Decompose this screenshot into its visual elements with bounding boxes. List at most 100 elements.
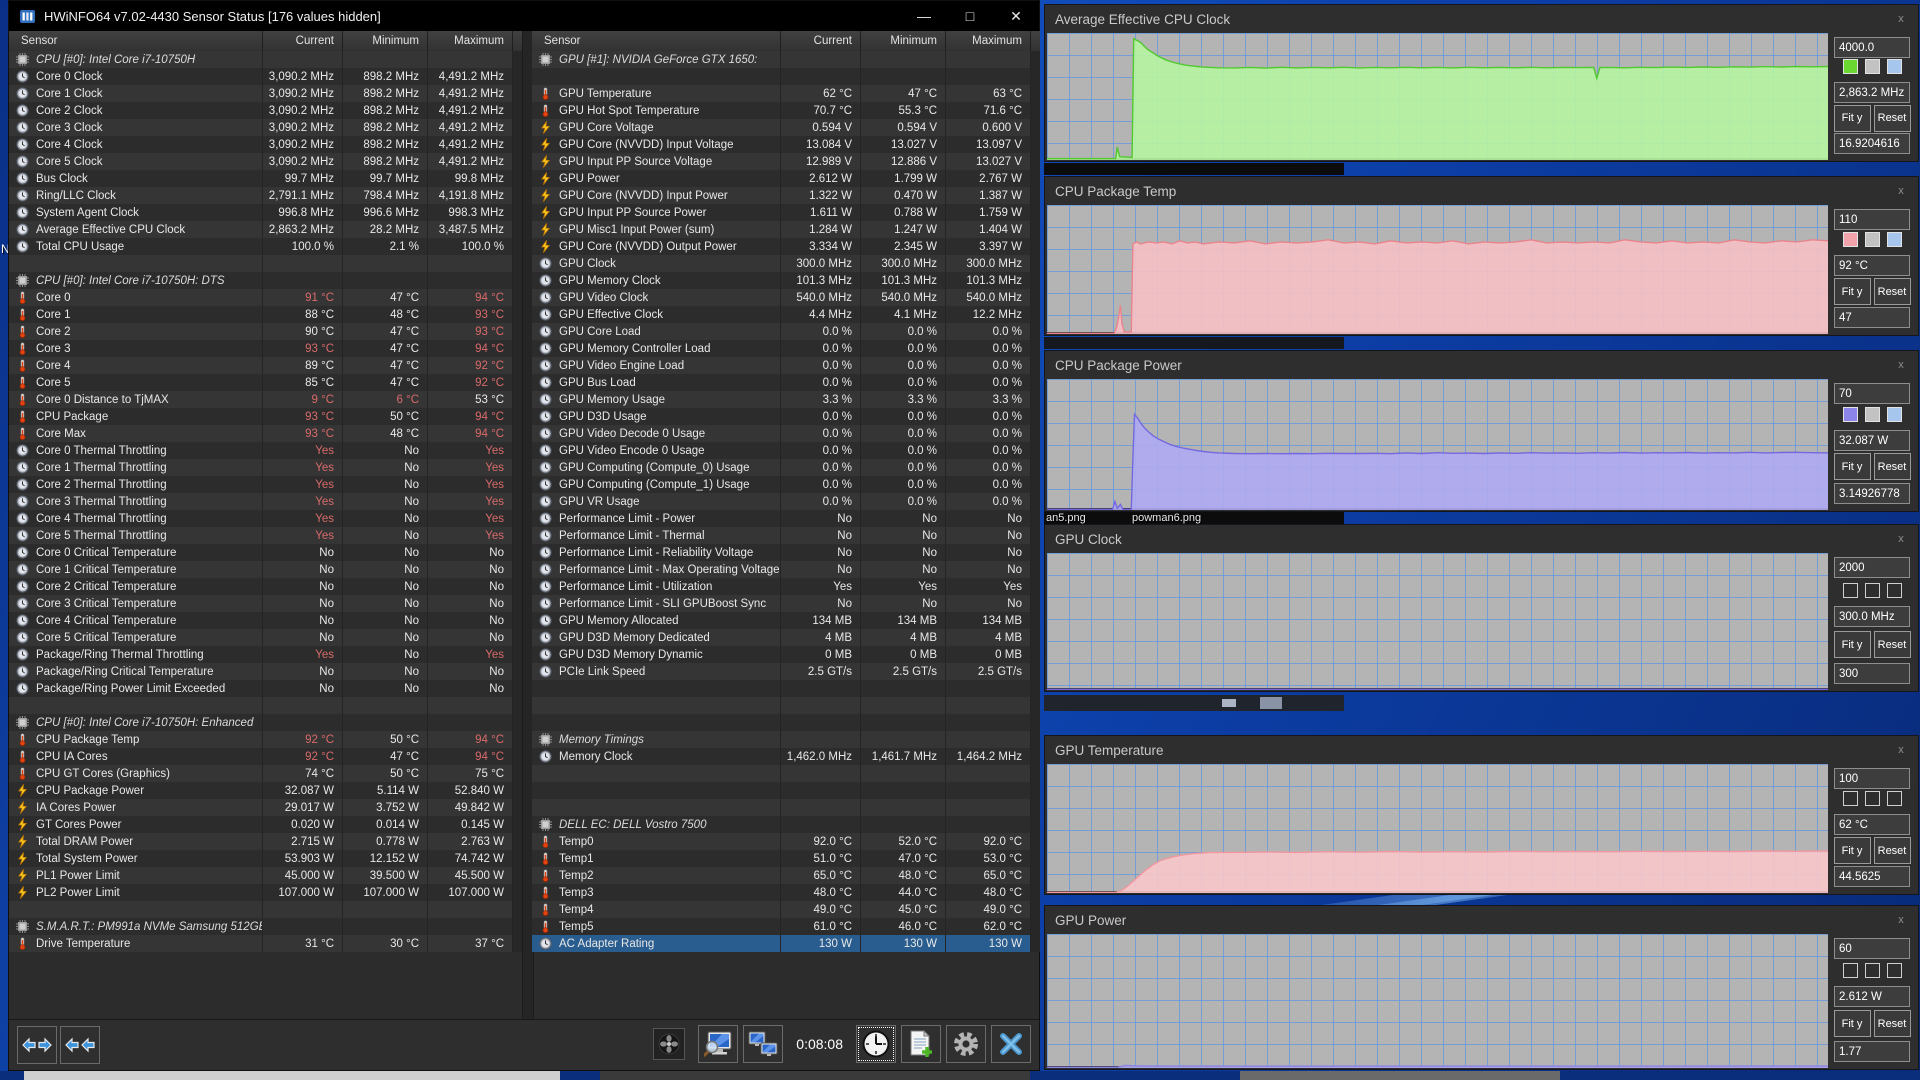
scrollbar-track[interactable] <box>1031 629 1040 646</box>
sensor-row[interactable]: Core 3 Clock3,090.2 MHz898.2 MHz4,491.2 … <box>9 119 522 136</box>
scrollbar-track[interactable] <box>1031 153 1040 170</box>
sensor-row[interactable]: Temp348.0 °C44.0 °C48.0 °C <box>532 884 1040 901</box>
legend-swatch[interactable] <box>1865 583 1880 598</box>
sensor-row[interactable]: Average Effective CPU Clock2,863.2 MHz28… <box>9 221 522 238</box>
sensor-row[interactable]: Total CPU Usage100.0 %2.1 %100.0 % <box>9 238 522 255</box>
y-max-input[interactable]: 110 <box>1834 209 1910 230</box>
sensor-row[interactable]: GPU D3D Memory Dedicated4 MB4 MB4 MB <box>532 629 1040 646</box>
sensor-row[interactable]: Core 393 °C47 °C94 °C <box>9 340 522 357</box>
sensor-row[interactable]: Performance Limit - ThermalNoNoNo <box>532 527 1040 544</box>
section-header-row[interactable]: GPU [#1]: NVIDIA GeForce GTX 1650: <box>532 51 1040 68</box>
legend-swatch[interactable] <box>1887 232 1902 247</box>
sensor-row[interactable]: Core 2 Critical TemperatureNoNoNo <box>9 578 522 595</box>
sensor-row[interactable]: Temp561.0 °C46.0 °C62.0 °C <box>532 918 1040 935</box>
sensor-row[interactable]: Performance Limit - SLI GPUBoost SyncNoN… <box>532 595 1040 612</box>
sensor-row[interactable]: Core 5 Clock3,090.2 MHz898.2 MHz4,491.2 … <box>9 153 522 170</box>
graph-close-icon[interactable]: x <box>1894 914 1908 926</box>
scrollbar-track[interactable] <box>1031 425 1040 442</box>
scrollbar-track[interactable] <box>513 442 522 459</box>
graph-plot-area[interactable] <box>1047 934 1828 1066</box>
scrollbar-track[interactable] <box>1031 884 1040 901</box>
graph-title-bar[interactable]: GPU Clockx <box>1045 525 1918 553</box>
sensor-row[interactable]: CPU Package Temp92 °C50 °C94 °C <box>9 731 522 748</box>
scrollbar-track[interactable] <box>1031 765 1040 782</box>
scrollbar-track[interactable] <box>513 493 522 510</box>
sensor-row[interactable]: Core 4 Clock3,090.2 MHz898.2 MHz4,491.2 … <box>9 136 522 153</box>
sensor-row[interactable] <box>532 765 1040 782</box>
legend-swatch[interactable] <box>1865 791 1880 806</box>
sensor-row[interactable]: GPU Bus Load0.0 %0.0 %0.0 % <box>532 374 1040 391</box>
scrollbar-track[interactable] <box>1031 578 1040 595</box>
legend-swatch[interactable] <box>1843 407 1858 422</box>
y-max-input[interactable]: 70 <box>1834 383 1910 404</box>
scrollbar-track[interactable] <box>513 221 522 238</box>
sensor-row[interactable]: GPU Core (NVVDD) Input Power1.322 W0.470… <box>532 187 1040 204</box>
sensor-row[interactable]: Core 0 Distance to TjMAX9 °C6 °C53 °C <box>9 391 522 408</box>
scrollbar-track[interactable] <box>513 663 522 680</box>
reset-button[interactable]: Reset <box>1874 837 1911 864</box>
legend-swatch[interactable] <box>1887 963 1902 978</box>
scrollbar-track[interactable] <box>1031 561 1040 578</box>
scrollbar-track[interactable] <box>513 850 522 867</box>
settings-button[interactable] <box>946 1025 986 1063</box>
sensor-row[interactable]: Bus Clock99.7 MHz99.7 MHz99.8 MHz <box>9 170 522 187</box>
fit-y-button[interactable]: Fit y <box>1834 837 1871 864</box>
sensor-row[interactable]: GPU D3D Memory Dynamic0 MB0 MB0 MB <box>532 646 1040 663</box>
sensor-row[interactable]: Core 489 °C47 °C92 °C <box>9 357 522 374</box>
legend-swatch[interactable] <box>1865 963 1880 978</box>
scrollbar-track[interactable] <box>1031 544 1040 561</box>
scrollbar-track[interactable] <box>513 425 522 442</box>
scrollbar-track[interactable] <box>513 68 522 85</box>
sensor-row[interactable]: Core 0 Thermal ThrottlingYesNoYes <box>9 442 522 459</box>
graph-plot-area[interactable] <box>1047 553 1828 688</box>
sensor-row[interactable]: GPU Memory Usage3.3 %3.3 %3.3 % <box>532 391 1040 408</box>
sensor-row[interactable]: GPU Input PP Source Voltage12.989 V12.88… <box>532 153 1040 170</box>
sensor-row[interactable]: GPU Misc1 Input Power (sum)1.284 W1.247 … <box>532 221 1040 238</box>
sensor-row[interactable]: Core 585 °C47 °C92 °C <box>9 374 522 391</box>
sensor-row[interactable]: Core 1 Thermal ThrottlingYesNoYes <box>9 459 522 476</box>
sensor-row[interactable]: Core 3 Thermal ThrottlingYesNoYes <box>9 493 522 510</box>
y-min-input[interactable]: 300 <box>1834 663 1910 684</box>
maximize-button[interactable]: □ <box>947 1 993 31</box>
legend-swatch[interactable] <box>1887 59 1902 74</box>
fit-y-button[interactable]: Fit y <box>1834 631 1871 658</box>
scrollbar-track[interactable] <box>513 204 522 221</box>
y-min-input[interactable]: 44.5625 <box>1834 866 1910 887</box>
scrollbar-track[interactable] <box>513 289 522 306</box>
sensor-row[interactable]: GPU Core (NVVDD) Output Power3.334 W2.34… <box>532 238 1040 255</box>
scrollbar-track[interactable] <box>513 459 522 476</box>
sensor-row[interactable]: CPU Package93 °C50 °C94 °C <box>9 408 522 425</box>
scrollbar-track[interactable] <box>1031 289 1040 306</box>
network-monitors-button[interactable] <box>743 1025 783 1063</box>
scrollbar-track[interactable] <box>513 731 522 748</box>
sensor-row[interactable]: Core 4 Thermal ThrottlingYesNoYes <box>9 510 522 527</box>
minimize-button[interactable]: — <box>901 1 947 31</box>
sensor-row[interactable]: Core 1 Critical TemperatureNoNoNo <box>9 561 522 578</box>
section-header-row[interactable]: DELL EC: DELL Vostro 7500 <box>532 816 1040 833</box>
sensor-row[interactable]: GPU Core Voltage0.594 V0.594 V0.600 V <box>532 119 1040 136</box>
section-header-row[interactable]: CPU [#0]: Intel Core i7-10750H: Enhanced <box>9 714 522 731</box>
sensor-row[interactable]: Package/Ring Power Limit ExceededNoNoNo <box>9 680 522 697</box>
scrollbar-track[interactable] <box>513 629 522 646</box>
sensor-row[interactable]: Performance Limit - UtilizationYesYesYes <box>532 578 1040 595</box>
scrollbar-track[interactable] <box>1031 816 1040 833</box>
legend-swatch[interactable] <box>1843 963 1858 978</box>
scrollbar-track[interactable] <box>1031 510 1040 527</box>
sensor-row[interactable]: GPU Core Load0.0 %0.0 %0.0 % <box>532 323 1040 340</box>
scrollbar-track[interactable] <box>1031 748 1040 765</box>
sensor-row[interactable]: GPU Temperature62 °C47 °C63 °C <box>532 85 1040 102</box>
scrollbar-track[interactable] <box>1031 833 1040 850</box>
scrollbar-track[interactable] <box>513 408 522 425</box>
scrollbar-track[interactable] <box>513 102 522 119</box>
scrollbar-track[interactable] <box>513 816 522 833</box>
sensor-row[interactable]: Core 5 Critical TemperatureNoNoNo <box>9 629 522 646</box>
scrollbar-track[interactable] <box>513 918 522 935</box>
scrollbar-track[interactable] <box>1031 136 1040 153</box>
scrollbar-track[interactable] <box>513 170 522 187</box>
scrollbar-track[interactable] <box>513 391 522 408</box>
scrollbar-track[interactable] <box>513 510 522 527</box>
sensor-row[interactable]: Core 0 Critical TemperatureNoNoNo <box>9 544 522 561</box>
sensor-row[interactable]: Temp265.0 °C48.0 °C65.0 °C <box>532 867 1040 884</box>
scrollbar-track[interactable] <box>1031 935 1040 952</box>
sensor-row[interactable]: PL1 Power Limit45.000 W39.500 W45.500 W <box>9 867 522 884</box>
